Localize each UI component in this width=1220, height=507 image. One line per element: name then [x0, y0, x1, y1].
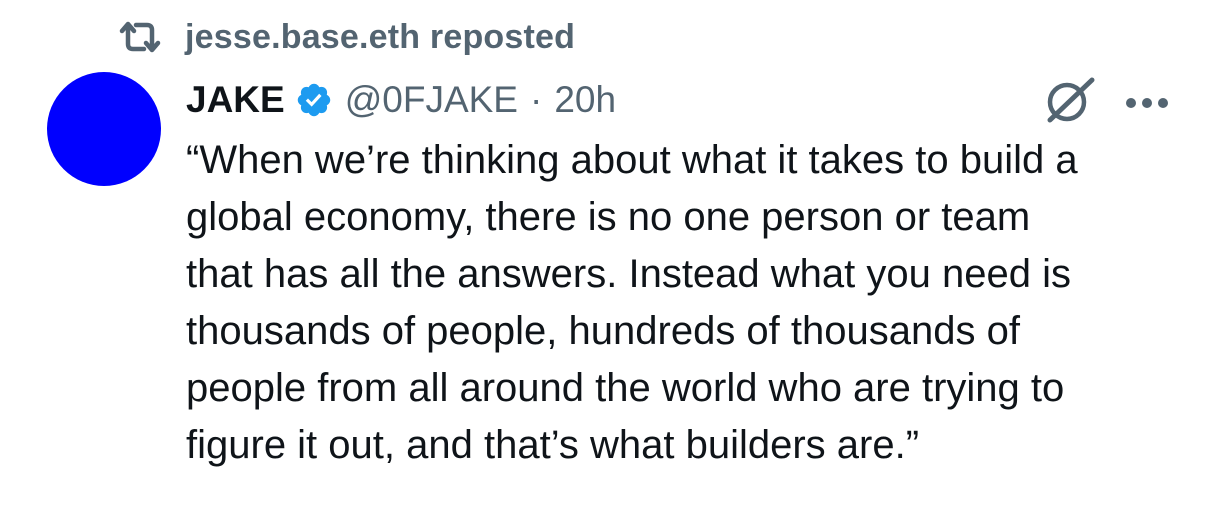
user-handle[interactable]: @0FJAKE — [345, 79, 518, 121]
more-options-icon[interactable] — [1125, 96, 1169, 108]
repost-context[interactable]: jesse.base.eth reposted — [117, 14, 575, 60]
timestamp[interactable]: 20h — [554, 79, 616, 121]
tweet-header: JAKE @0FJAKE · 20h — [186, 76, 616, 124]
verified-badge-icon[interactable] — [295, 81, 333, 119]
grok-icon[interactable] — [1040, 74, 1098, 128]
avatar[interactable] — [47, 72, 161, 186]
repost-icon — [117, 17, 163, 57]
tweet-text: “When we’re thinking about what it takes… — [186, 138, 1078, 467]
display-name[interactable]: JAKE — [186, 79, 285, 121]
separator-dot: · — [529, 79, 543, 120]
repost-label[interactable]: jesse.base.eth reposted — [185, 18, 575, 57]
